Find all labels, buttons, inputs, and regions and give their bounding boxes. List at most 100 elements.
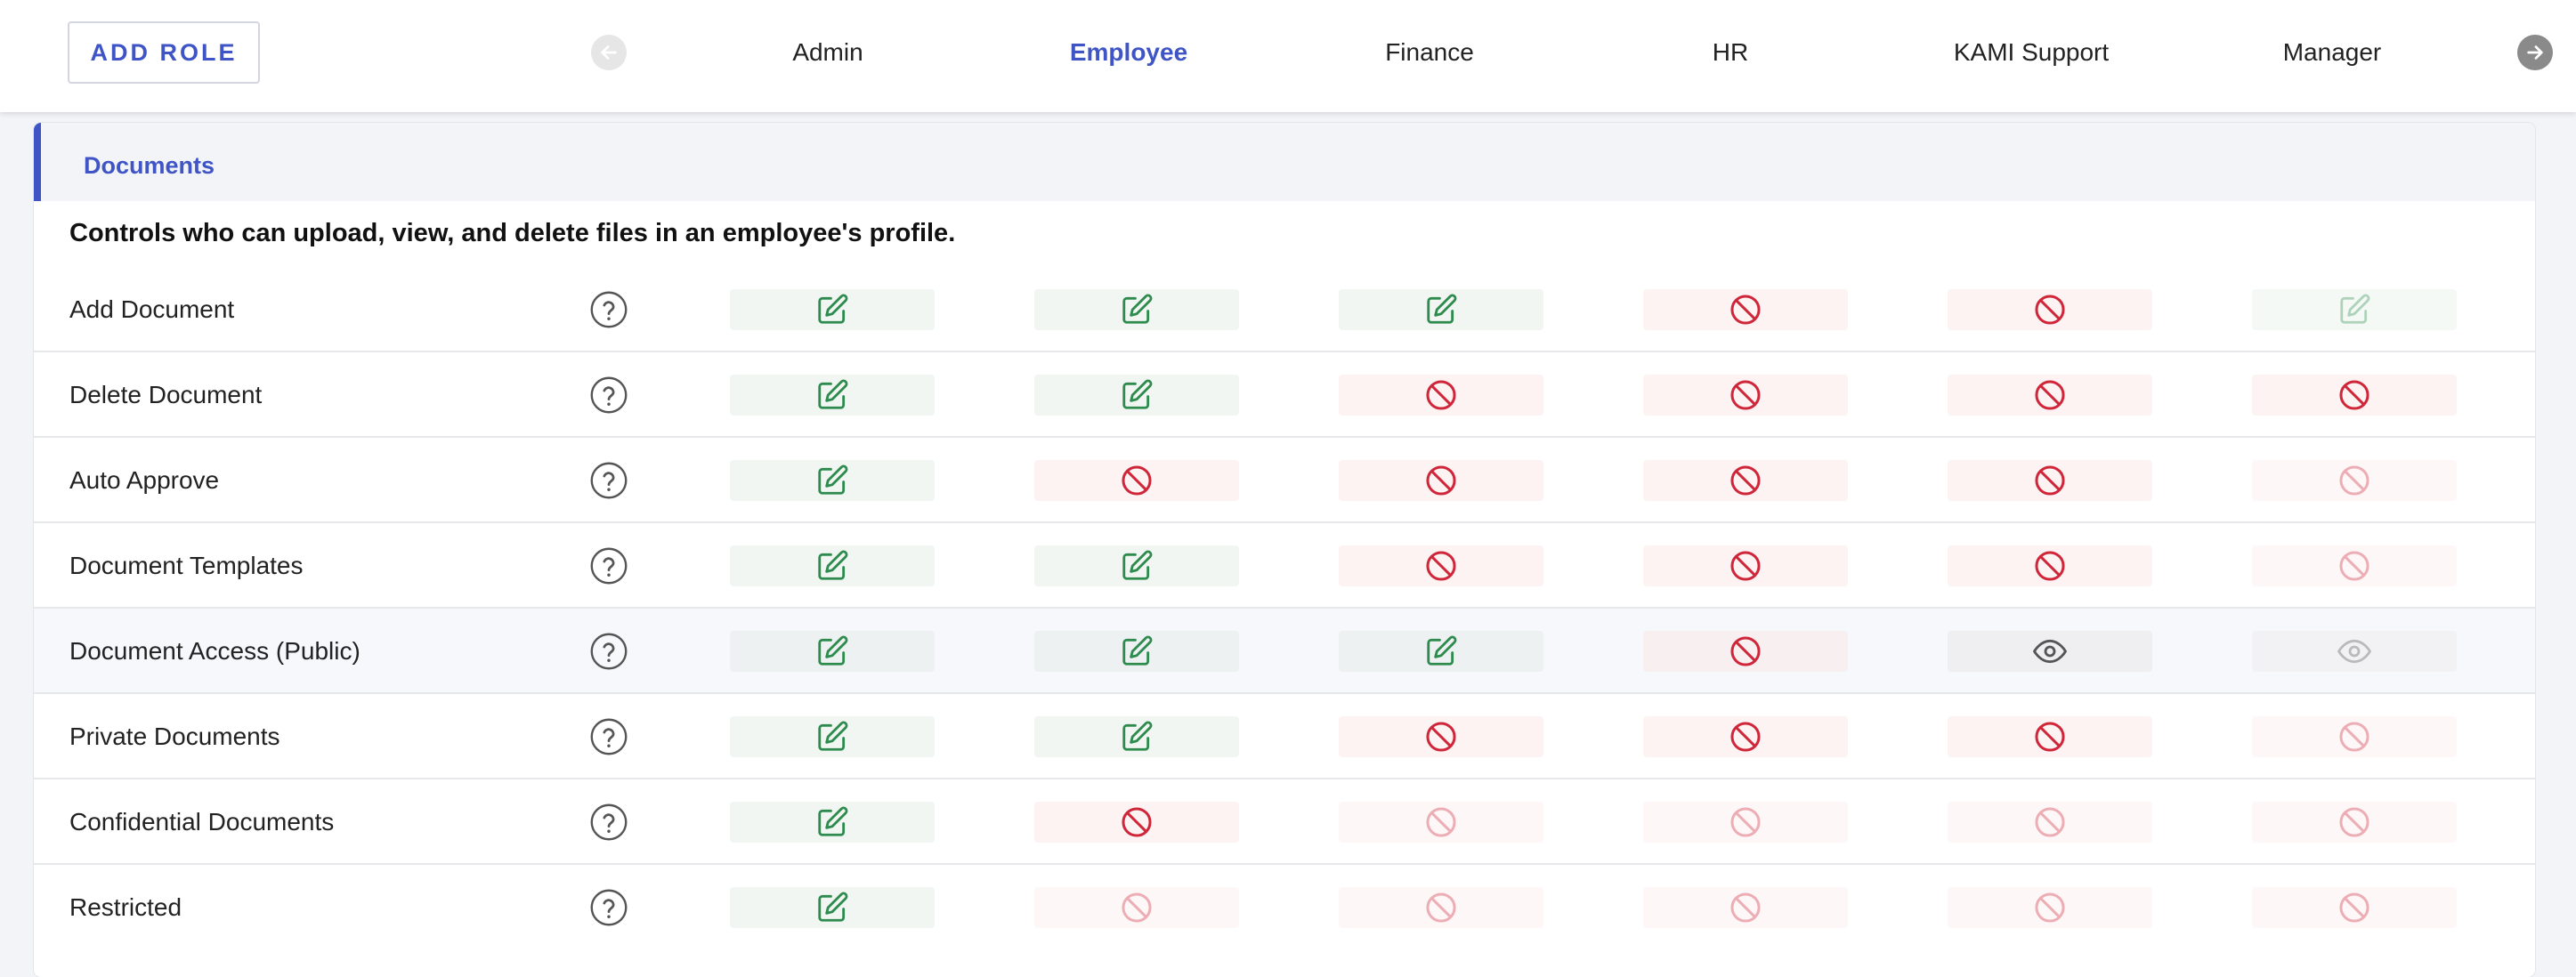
pencil-square-icon [818, 294, 848, 324]
question-circle-icon [590, 803, 628, 841]
permission-cell-kami-support[interactable] [1948, 289, 2152, 330]
role-tab-manager[interactable]: Manager [2199, 32, 2466, 73]
permission-row: Auto Approve [34, 438, 2535, 523]
permission-cell-manager [2252, 631, 2457, 672]
permission-cell-employee[interactable] [1034, 802, 1239, 843]
permission-cell-manager [2252, 887, 2457, 928]
permission-label: Restricted [69, 893, 182, 921]
pencil-square-icon [818, 379, 848, 409]
prohibited-icon [2035, 551, 2065, 581]
prohibited-icon [2035, 295, 2065, 325]
prohibited-icon [1730, 380, 1761, 410]
question-circle-icon [590, 889, 628, 926]
eye-icon [2033, 639, 2067, 664]
permission-cell-employee[interactable] [1034, 631, 1239, 672]
permission-cell-admin[interactable] [730, 375, 935, 416]
prohibited-icon [1730, 722, 1761, 752]
permission-cell-hr[interactable] [1643, 716, 1848, 757]
prohibited-icon [1426, 892, 1456, 923]
permission-cell-finance[interactable] [1339, 716, 1543, 757]
permission-cell-employee[interactable] [1034, 375, 1239, 416]
permission-cell-admin[interactable] [730, 802, 935, 843]
permission-cell-admin[interactable] [730, 716, 935, 757]
permission-cell-finance[interactable] [1339, 460, 1543, 501]
section-description: Controls who can upload, view, and delet… [69, 219, 956, 247]
prohibited-icon [1426, 807, 1456, 837]
permission-cell-employee[interactable] [1034, 716, 1239, 757]
permission-cell-finance[interactable] [1339, 631, 1543, 672]
prohibited-icon [1730, 295, 1761, 325]
permission-cell-admin[interactable] [730, 631, 935, 672]
prohibited-icon [2339, 465, 2369, 496]
prohibited-icon [2339, 892, 2369, 923]
permission-label: Add Document [69, 295, 235, 323]
prohibited-icon [1122, 465, 1152, 496]
permission-cell-manager [2252, 460, 2457, 501]
permissions-card: Documents Controls who can upload, view,… [34, 123, 2535, 977]
permission-cell-kami-support[interactable] [1948, 460, 2152, 501]
permission-cell-hr[interactable] [1643, 375, 1848, 416]
eye-icon [2337, 639, 2371, 664]
permission-cell-kami-support[interactable] [1948, 375, 2152, 416]
question-circle-icon [590, 633, 628, 670]
question-circle-icon [590, 291, 628, 328]
permission-cell-kami-support [1948, 802, 2152, 843]
permission-cell-kami-support[interactable] [1948, 631, 2152, 672]
permission-cell-finance[interactable] [1339, 375, 1543, 416]
permission-cell-hr[interactable] [1643, 460, 1848, 501]
role-tab-hr[interactable]: HR [1597, 32, 1864, 73]
help-icon[interactable] [589, 717, 628, 756]
help-icon[interactable] [589, 803, 628, 842]
prohibited-icon [1122, 807, 1152, 837]
prohibited-icon [1730, 892, 1761, 923]
prohibited-icon [2035, 807, 2065, 837]
permission-cell-kami-support[interactable] [1948, 545, 2152, 586]
help-icon[interactable] [589, 290, 628, 329]
permission-cell-finance[interactable] [1339, 545, 1543, 586]
permission-cell-employee[interactable] [1034, 545, 1239, 586]
prohibited-icon [1426, 551, 1456, 581]
permission-cell-hr[interactable] [1643, 289, 1848, 330]
permission-cell-manager [2252, 716, 2457, 757]
permission-cell-hr[interactable] [1643, 545, 1848, 586]
permission-cell-admin[interactable] [730, 460, 935, 501]
help-icon[interactable] [589, 632, 628, 671]
permission-cell-admin[interactable] [730, 289, 935, 330]
role-tab-kami-support[interactable]: KAMI Support [1898, 32, 2165, 73]
pencil-square-icon [1427, 294, 1457, 324]
role-tab-admin[interactable]: Admin [694, 32, 961, 73]
pencil-square-icon [1122, 379, 1153, 409]
permission-cell-manager[interactable] [2252, 375, 2457, 416]
pencil-square-icon [1122, 550, 1153, 580]
help-icon[interactable] [589, 546, 628, 585]
permission-cell-hr [1643, 887, 1848, 928]
scroll-roles-left-button[interactable] [591, 35, 627, 70]
permission-cell-admin[interactable] [730, 887, 935, 928]
permission-cell-kami-support[interactable] [1948, 716, 2152, 757]
permission-cell-finance [1339, 887, 1543, 928]
permission-cell-employee[interactable] [1034, 460, 1239, 501]
scroll-roles-right-button[interactable] [2517, 35, 2553, 70]
question-circle-icon [590, 547, 628, 585]
permission-cell-admin[interactable] [730, 545, 935, 586]
role-tab-employee[interactable]: Employee [995, 32, 1262, 73]
add-role-button[interactable]: ADD ROLE [68, 21, 260, 84]
role-tab-finance[interactable]: Finance [1296, 32, 1563, 73]
permission-cell-hr [1643, 802, 1848, 843]
help-icon[interactable] [589, 461, 628, 500]
pencil-square-icon [1122, 635, 1153, 666]
prohibited-icon [2339, 380, 2369, 410]
help-icon[interactable] [589, 888, 628, 927]
permission-cell-employee[interactable] [1034, 289, 1239, 330]
permission-cell-finance[interactable] [1339, 289, 1543, 330]
pencil-square-icon [818, 550, 848, 580]
permission-cell-finance [1339, 802, 1543, 843]
prohibited-icon [1730, 636, 1761, 666]
permission-cell-hr[interactable] [1643, 631, 1848, 672]
arrow-left-icon [601, 45, 617, 60]
prohibited-icon [2035, 722, 2065, 752]
help-icon[interactable] [589, 375, 628, 415]
permission-cell-kami-support [1948, 887, 2152, 928]
permission-row: Add Document [34, 267, 2535, 352]
pencil-square-icon [1122, 294, 1153, 324]
